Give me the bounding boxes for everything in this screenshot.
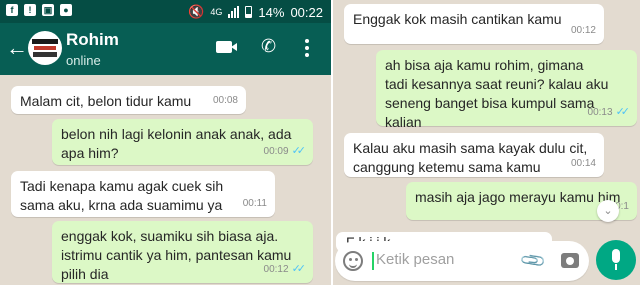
- message-bubble[interactable]: Malam cit, belon tidur kamu 00:08: [11, 86, 246, 114]
- phone-icon[interactable]: ✆: [261, 36, 276, 57]
- message-time: 00:11: [242, 198, 267, 209]
- battery-icon: [245, 6, 253, 18]
- status-bar: f ! ▣ ● 🔇 4G 14% 00:22: [0, 0, 331, 23]
- chat-header: ← Rohim online ✆: [0, 23, 331, 75]
- notification-icons: f ! ▣ ●: [6, 4, 72, 16]
- facebook-icon: f: [6, 4, 18, 16]
- chevron-down-icon[interactable]: ⌄: [597, 200, 619, 222]
- whatsapp-icon: ●: [60, 4, 72, 16]
- message-text: Tadi kenapa kamu agak cuek sih sama aku,…: [20, 178, 224, 213]
- video-camera-icon[interactable]: [216, 41, 237, 53]
- camera-icon[interactable]: [561, 253, 579, 268]
- microphone-icon[interactable]: [596, 240, 636, 280]
- read-ticks-icon: ✓✓: [291, 263, 307, 275]
- message-time: 00:13: [587, 107, 613, 118]
- message-bubble[interactable]: belon nih lagi kelonin anak anak, ada ap…: [52, 119, 313, 165]
- system-indicators: 🔇 4G 14% 00:22: [188, 4, 323, 20]
- message-bubble[interactable]: Kalau aku masih sama kayak dulu cit, can…: [344, 133, 604, 177]
- message-text: Malam cit, belon tidur kamu: [20, 93, 192, 109]
- signal-icon: [228, 6, 240, 18]
- message-bubble[interactable]: Enggak kok masih cantikan kamu 00:12: [344, 4, 604, 44]
- right-screenshot: Enggak kok masih cantikan kamu 00:12 ah …: [333, 0, 640, 285]
- avatar[interactable]: [28, 31, 62, 65]
- message-time: 00:12: [263, 264, 289, 275]
- network-type: 4G: [210, 7, 223, 17]
- message-text: Enggak kok masih cantikan kamu: [353, 11, 562, 27]
- message-time: 00:09: [263, 146, 289, 157]
- message-bubble[interactable]: enggak kok, suamiku sih biasa aja. istri…: [52, 221, 313, 283]
- arrow-left-icon[interactable]: ←: [6, 37, 28, 59]
- left-screenshot: f ! ▣ ● 🔇 4G 14% 00:22 ← Rohim online ✆ …: [0, 0, 331, 285]
- paperclip-icon[interactable]: 📎: [519, 247, 548, 276]
- message-input[interactable]: [376, 251, 516, 268]
- contact-status: online: [66, 53, 101, 68]
- clock: 00:22: [290, 4, 323, 20]
- message-bubble[interactable]: ah bisa aja kamu rohim, gimana tadi kesa…: [376, 50, 637, 130]
- message-text: masih aja jago merayu kamu him: [415, 189, 621, 205]
- message-composer: 📎: [335, 241, 589, 281]
- message-time: 00:12: [570, 25, 596, 36]
- text-cursor: [372, 252, 374, 270]
- more-vertical-icon[interactable]: [305, 39, 309, 57]
- battery-percent: 14%: [258, 4, 285, 20]
- notification-icon: !: [24, 4, 36, 16]
- message-text: Kalau aku masih sama kayak dulu cit, can…: [353, 140, 588, 175]
- read-ticks-icon: ✓✓: [615, 106, 631, 118]
- message-time: 00:14: [570, 158, 596, 169]
- mute-icon: 🔇: [188, 4, 205, 19]
- contact-name[interactable]: Rohim: [66, 30, 119, 50]
- emoji-icon[interactable]: [343, 251, 363, 271]
- message-bubble[interactable]: Tadi kenapa kamu agak cuek sih sama aku,…: [11, 171, 275, 217]
- message-time: 00:08: [212, 95, 238, 106]
- read-ticks-icon: ✓✓: [291, 145, 307, 157]
- image-icon: ▣: [42, 4, 54, 16]
